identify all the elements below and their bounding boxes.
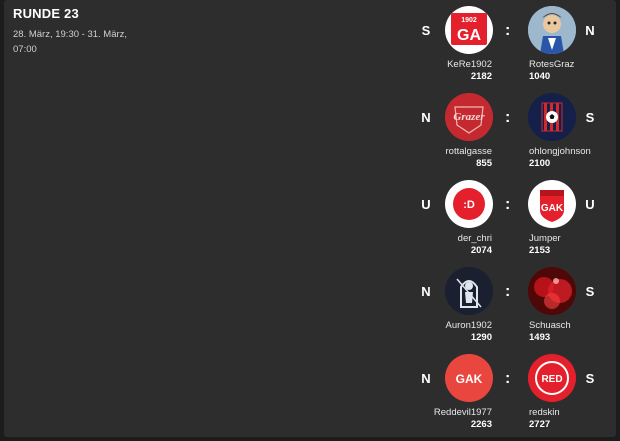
round-title: RUNDE 23 [13,6,79,21]
svg-text::D: :D [463,199,475,211]
right-result: S [585,284,595,299]
svg-text:1902: 1902 [461,17,477,24]
vs-separator: : [505,109,511,126]
right-player-name[interactable]: Jumper [529,233,561,244]
left-player-name[interactable]: der_chri [458,233,492,244]
left-player-name[interactable]: rottalgasse [446,146,492,157]
user-avatar-schuasch[interactable] [528,267,576,315]
user-avatar-rottalgasse[interactable]: Grazer [445,93,493,141]
left-player-points: 1290 [470,332,492,343]
svg-text:GAK: GAK [456,372,483,386]
svg-text:Grazer: Grazer [453,111,485,123]
vs-separator: : [505,283,511,300]
right-player-points: 2727 [529,419,551,430]
left-player-points: 2182 [470,71,492,82]
right-result: S [585,371,595,386]
user-avatar-redskin[interactable]: RED [528,354,576,402]
user-avatar-der-chri[interactable]: :D [445,180,493,228]
right-player-name[interactable]: Schuasch [529,320,571,331]
right-player-name[interactable]: redskin [529,407,560,418]
match-row[interactable]: S 1902 GA : N KeRe1902 2182 RotesGraz 10 [417,6,607,90]
user-avatar-jumper[interactable]: GAK [528,180,576,228]
round-panel: RUNDE 23 28. März, 19:30 - 31. März, 07:… [4,0,616,437]
svg-text:RED: RED [541,374,562,385]
right-result: N [585,23,595,38]
match-row[interactable]: N : S Auron1902 1290 Schuasch 1493 [417,267,607,351]
left-result: S [421,23,431,38]
right-result: S [585,110,595,125]
left-player-name[interactable]: Reddevil1977 [434,407,492,418]
user-avatar-rotesgraz[interactable] [528,6,576,54]
match-row[interactable]: U :D : GAK U der_chri 2074 Jumper 2153 [417,180,607,264]
user-avatar-auron1902[interactable] [445,267,493,315]
user-avatar-reddevil1977[interactable]: GAK [445,354,493,402]
right-player-points: 2100 [529,158,551,169]
svg-text:GAK: GAK [541,203,564,214]
user-avatar-kere1902[interactable]: 1902 GA [445,6,493,54]
match-row[interactable]: N Grazer : S rottalgasse 855 ohlongjohns… [417,93,607,177]
left-player-points: 855 [476,158,492,169]
left-player-name[interactable]: KeRe1902 [447,59,492,70]
right-player-points: 1493 [529,332,551,343]
vs-separator: : [505,196,511,213]
round-date: 28. März, 19:30 - 31. März, 07:00 [13,29,128,55]
right-result: U [585,197,595,212]
svg-text:GA: GA [457,27,481,44]
vs-separator: : [505,22,511,39]
left-result: N [421,110,431,125]
user-avatar-ohlongjohnson[interactable] [528,93,576,141]
left-result: N [421,371,431,386]
right-player-name[interactable]: ohlongjohnson [529,146,591,157]
vs-separator: : [505,370,511,387]
right-player-points: 2153 [529,245,551,256]
left-player-points: 2263 [470,419,492,430]
left-player-name[interactable]: Auron1902 [446,320,492,331]
left-player-points: 2074 [470,245,492,256]
left-result: N [421,284,431,299]
match-row[interactable]: N GAK : RED S Reddevil1977 2263 redskin … [417,354,607,438]
left-result: U [421,197,431,212]
right-player-points: 1040 [529,71,551,82]
right-player-name[interactable]: RotesGraz [529,59,574,70]
